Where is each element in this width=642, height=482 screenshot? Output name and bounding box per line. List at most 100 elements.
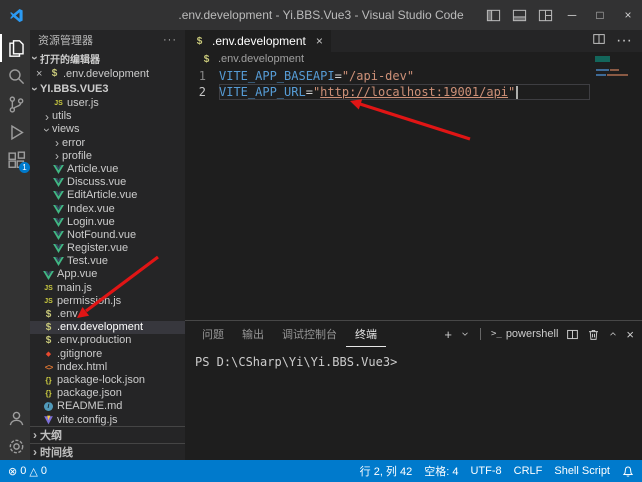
warning-count: 0 [41,465,47,477]
vue-icon [52,257,65,266]
code-token: = [306,85,313,99]
vue-icon [52,191,65,200]
terminal-dropdown-icon[interactable] [460,329,470,339]
sidebar-title: 资源管理器 [38,32,93,48]
panel-tab-终端[interactable]: 终端 [346,321,386,347]
maximize-panel-icon[interactable] [608,329,618,339]
code-line-1[interactable]: 1VITE_APP_BASEAPI="/api-dev" [185,68,642,84]
tab-env-development[interactable]: $ .env.development × [185,30,331,52]
open-editors-header[interactable]: › 打开的编辑器 [30,50,185,66]
tree-item-EditArticle.vue[interactable]: EditArticle.vue [30,189,185,202]
maximize-button[interactable]: □ [586,0,614,30]
tree-item-permission.js[interactable]: JSpermission.js [30,295,185,308]
tree-item-Index.vue[interactable]: Index.vue [30,203,185,216]
tree-item-NotFound.vue[interactable]: NotFound.vue [30,229,185,242]
notifications-bell-icon[interactable] [622,465,634,478]
close-tab-icon[interactable]: × [316,34,323,48]
outline-section-header[interactable]: › 大纲 [30,426,185,443]
kill-terminal-icon[interactable] [587,328,600,341]
close-window-button[interactable]: × [614,0,642,30]
editor-code-area[interactable]: 1VITE_APP_BASEAPI="/api-dev"2VITE_APP_UR… [185,66,642,320]
text-cursor [516,86,518,99]
project-root-header[interactable]: › YI.BBS.VUE3 [30,81,185,97]
status-bar: ⊗ 0 △ 0 行 2, 列 42 空格: 4 UTF-8 CRLF Shell… [0,460,642,482]
tree-item-profile[interactable]: ›profile [30,150,185,163]
code-line-2[interactable]: 2VITE_APP_URL="http://localhost:19001/ap… [185,84,642,100]
js-icon: JS [42,295,55,308]
tree-item-Article.vue[interactable]: Article.vue [30,163,185,176]
file-name: profile [62,150,92,163]
indentation-status[interactable]: 空格: 4 [424,463,458,479]
language-mode-status[interactable]: Shell Script [554,465,610,477]
search-icon[interactable] [0,62,30,90]
editor-tab-bar: $ .env.development × ··· [185,30,642,52]
chevron-down-icon: › [30,53,41,63]
tree-item-Test.vue[interactable]: Test.vue [30,255,185,268]
split-editor-icon[interactable] [592,32,606,51]
activity-bar: 1 [0,30,30,460]
tree-item-.env[interactable]: $.env [30,308,185,321]
timeline-section-header[interactable]: › 时间线 [30,443,185,460]
minimize-button[interactable]: ─ [558,0,586,30]
editor-more-actions-icon[interactable]: ··· [616,32,632,50]
tree-item-.env.production[interactable]: $.env.production [30,334,185,347]
minimap[interactable] [594,66,642,320]
file-name: user.js [67,97,99,110]
file-name: views [52,123,80,136]
env-icon: $ [193,36,206,47]
sidebar-more-actions-icon[interactable]: ··· [163,34,177,46]
tree-item-user.js[interactable]: JSuser.js [30,97,185,110]
tree-item-Discuss.vue[interactable]: Discuss.vue [30,176,185,189]
extensions-icon[interactable]: 1 [0,146,30,174]
vue-icon [52,218,65,227]
tree-item-error[interactable]: ›error [30,137,185,150]
breadcrumb[interactable]: $ .env.development [185,52,642,66]
code-token: VITE_APP_BASEAPI [219,69,335,83]
source-control-icon[interactable] [0,90,30,118]
tree-item-package-lock.json[interactable]: {}package-lock.json [30,374,185,387]
panel-tab-输出[interactable]: 输出 [233,321,273,347]
html-icon: <> [42,361,55,374]
settings-gear-icon[interactable] [0,432,30,460]
breadcrumb-file-label: .env.development [218,53,304,65]
toggle-sidebar-icon[interactable] [480,0,506,30]
sidebar-title-row: 资源管理器 ··· [30,30,185,50]
tree-item-.env.development[interactable]: $.env.development [30,321,185,334]
code-lines: 1VITE_APP_BASEAPI="/api-dev"2VITE_APP_UR… [185,68,642,100]
json-icon: {} [42,387,55,400]
tree-item-README.md[interactable]: iREADME.md [30,400,185,413]
warning-icon: △ [29,465,37,478]
encoding-status[interactable]: UTF-8 [470,465,501,477]
tree-item-Login.vue[interactable]: Login.vue [30,216,185,229]
tree-item-utils[interactable]: ›utils [30,110,185,123]
customize-layout-icon[interactable] [532,0,558,30]
panel-tab-bar: 问题输出调试控制台终端 [193,321,386,347]
tree-item-index.html[interactable]: <>index.html [30,361,185,374]
split-terminal-icon[interactable] [566,328,579,341]
tree-item-main.js[interactable]: JSmain.js [30,282,185,295]
eol-status[interactable]: CRLF [514,465,543,477]
panel-tab-问题[interactable]: 问题 [193,321,233,347]
open-editor-item[interactable]: × $ .env.development [30,66,185,81]
chevron-right-icon: › [42,111,52,123]
file-name: Register.vue [67,242,128,255]
tree-item-views[interactable]: ›views [30,123,185,136]
shell-label: powershell [506,328,559,340]
tree-item-vite.config.js[interactable]: vite.config.js [30,414,185,427]
tree-item-Register.vue[interactable]: Register.vue [30,242,185,255]
account-icon[interactable] [0,404,30,432]
terminal-content[interactable]: PS D:\CSharp\Yi\Yi.BBS.Vue3> [185,347,642,460]
cursor-position-status[interactable]: 行 2, 列 42 [360,463,413,479]
tree-item-App.vue[interactable]: App.vue [30,268,185,281]
problems-status[interactable]: ⊗ 0 △ 0 [8,465,47,478]
close-editor-icon[interactable]: × [36,68,48,80]
terminal-instance-item[interactable]: >_ powershell [491,328,558,340]
run-debug-icon[interactable] [0,118,30,146]
tree-item-package.json[interactable]: {}package.json [30,387,185,400]
explorer-icon[interactable] [0,34,30,62]
new-terminal-icon[interactable]: + [444,327,452,342]
tree-item-.gitignore[interactable]: ◆.gitignore [30,348,185,361]
toggle-panel-icon[interactable] [506,0,532,30]
close-panel-icon[interactable]: × [626,327,634,342]
panel-tab-调试控制台[interactable]: 调试控制台 [273,321,346,347]
